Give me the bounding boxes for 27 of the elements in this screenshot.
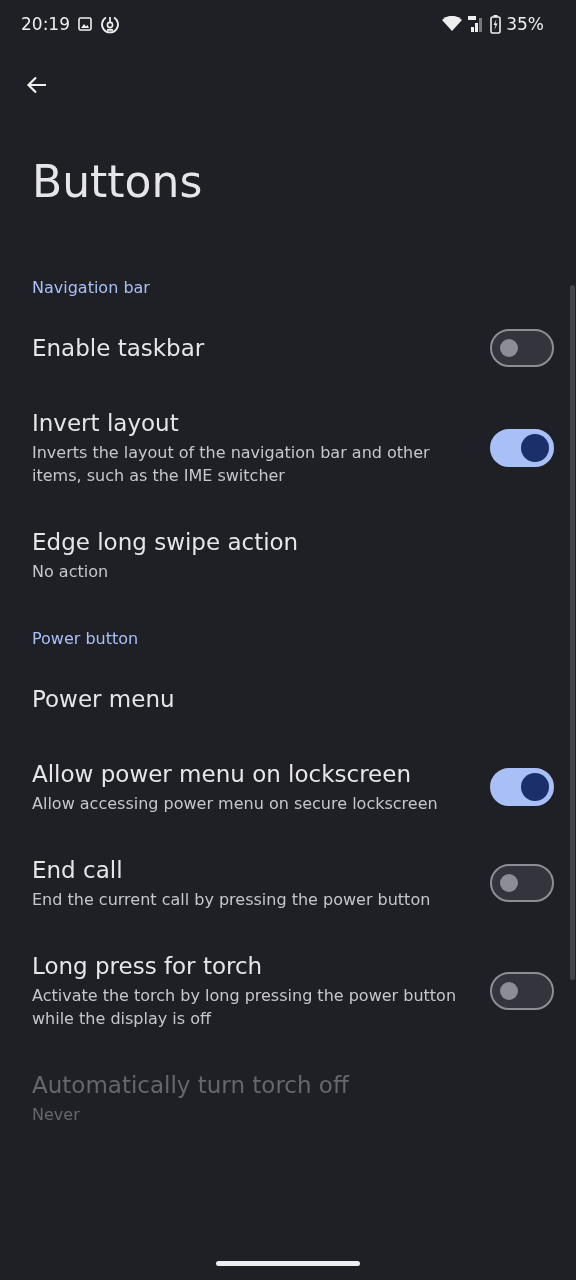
toggle-switch[interactable]	[490, 428, 554, 467]
setting-summary: Activate the torch by long pressing the power button while the display is off	[32, 985, 458, 1030]
setting-title[interactable]: Power menu	[32, 684, 554, 714]
toggle-switch[interactable]	[490, 971, 554, 1010]
battery-percent: 35%	[506, 14, 544, 34]
wifi-icon	[442, 16, 463, 32]
setting-summary: End the current call by pressing the power button	[32, 889, 432, 911]
battery-charging-icon	[490, 14, 502, 34]
status-time: 20:19	[21, 14, 70, 34]
setting-title[interactable]: Enable taskbar	[32, 333, 490, 363]
setting-summary: Allow accessing power menu on secure lockscreen	[32, 793, 439, 815]
setting-summary: No action	[32, 561, 110, 583]
toggle-switch[interactable]	[490, 768, 554, 806]
setting-title[interactable]: End call	[32, 855, 490, 885]
page-title: Buttons	[31, 155, 204, 209]
setting-title[interactable]: Long press for torch	[32, 951, 490, 981]
setting-title[interactable]: Invert layout	[32, 408, 490, 438]
toggle-switch[interactable]	[490, 329, 554, 367]
image-icon	[78, 17, 92, 31]
setting-title[interactable]: Allow power menu on lockscreen	[32, 759, 490, 789]
setting-summary: Inverts the layout of the navigation bar and other items, such as the IME switcher	[32, 442, 431, 487]
setting-summary: Never	[32, 1104, 81, 1126]
section-header: Power button	[31, 629, 140, 650]
setting-title[interactable]: Edge long swipe action	[32, 527, 554, 557]
data-saver-icon	[100, 14, 120, 34]
toggle-switch[interactable]	[490, 864, 554, 902]
section-header: Navigation bar	[31, 278, 151, 299]
